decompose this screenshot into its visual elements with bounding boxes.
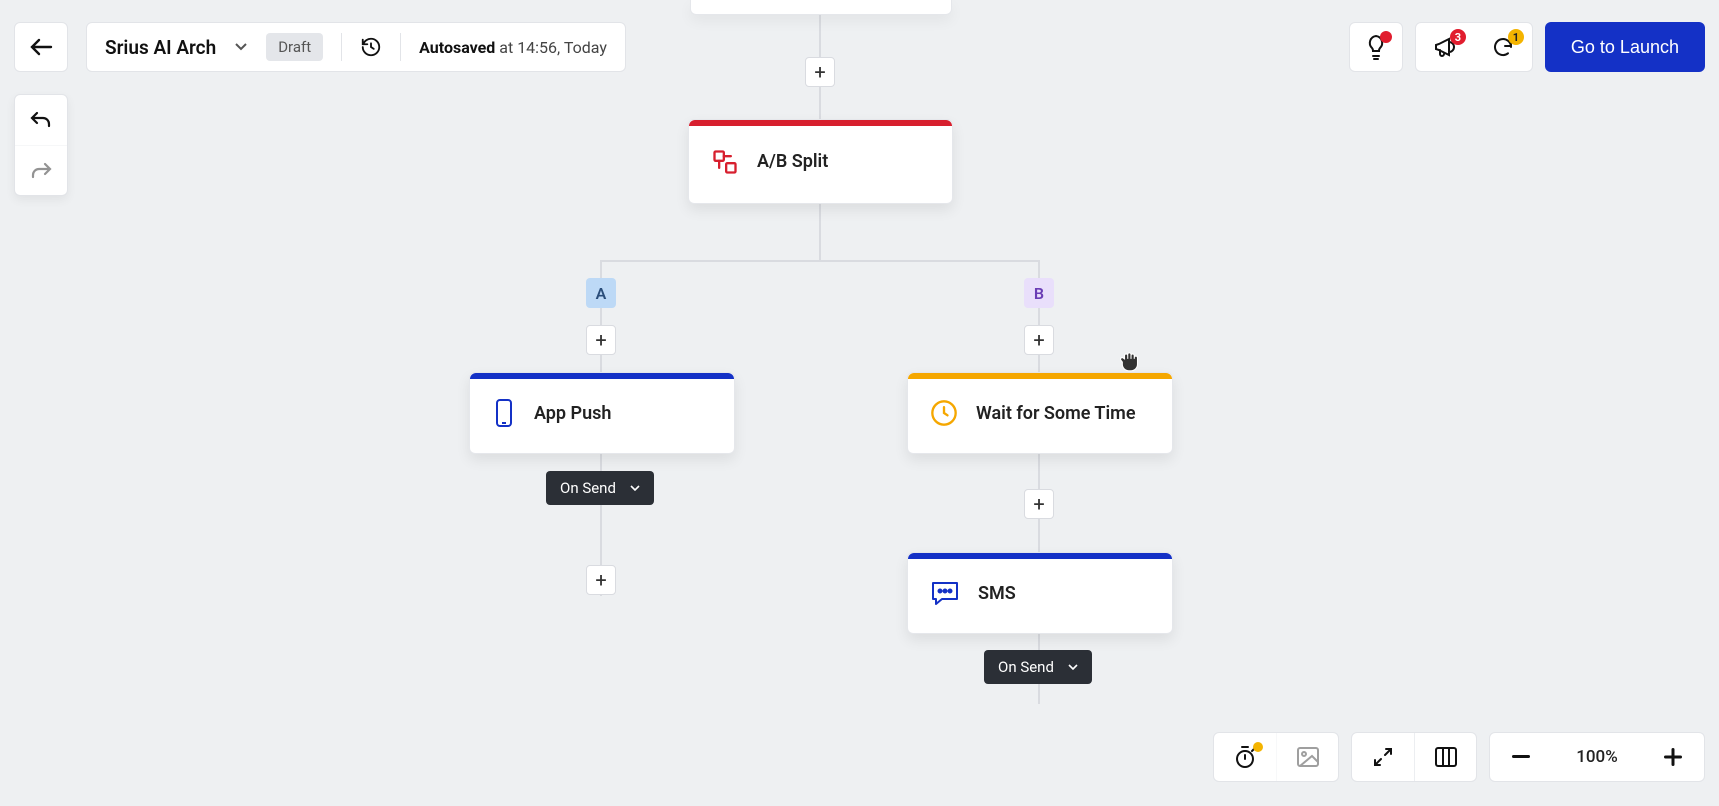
title-group: Srius AI Arch Draft Autosaved at 14:56, … bbox=[86, 22, 626, 72]
image-button[interactable] bbox=[1276, 733, 1338, 781]
add-node-button-after-wait[interactable]: + bbox=[1024, 489, 1054, 519]
divider bbox=[341, 33, 342, 61]
alert-dot bbox=[1253, 742, 1263, 752]
add-node-button-branch-b[interactable]: + bbox=[1024, 325, 1054, 355]
node-accent bbox=[908, 373, 1172, 379]
trigger-dropdown-a[interactable]: On Send bbox=[546, 471, 654, 505]
trigger-dropdown-b[interactable]: On Send bbox=[984, 650, 1092, 684]
journey-title: Srius AI Arch bbox=[105, 36, 216, 59]
zoom-controls: 100% bbox=[1489, 732, 1705, 782]
undo-icon bbox=[29, 109, 53, 131]
connector bbox=[600, 260, 602, 372]
caret-down-icon bbox=[1068, 664, 1078, 670]
trigger-label: On Send bbox=[998, 658, 1054, 676]
branch-badge-a: A bbox=[586, 278, 616, 308]
caret-down-icon bbox=[630, 485, 640, 491]
node-label: Wait for Some Time bbox=[976, 403, 1136, 424]
node-label: App Push bbox=[534, 403, 611, 424]
activity-button[interactable]: 1 bbox=[1474, 23, 1532, 71]
expand-icon bbox=[1372, 746, 1394, 768]
add-node-button-branch-a[interactable]: + bbox=[586, 325, 616, 355]
hints-button[interactable] bbox=[1349, 22, 1403, 72]
go-to-launch-button[interactable]: Go to Launch bbox=[1545, 22, 1705, 72]
history-button[interactable] bbox=[360, 36, 382, 58]
undo-redo-group bbox=[14, 94, 68, 196]
sms-icon bbox=[930, 580, 960, 606]
node-accent bbox=[470, 373, 734, 379]
add-node-button-after-push[interactable]: + bbox=[586, 565, 616, 595]
map-icon bbox=[1434, 746, 1458, 768]
notif-badge: 3 bbox=[1450, 29, 1466, 45]
image-icon bbox=[1296, 746, 1320, 768]
node-accent bbox=[908, 553, 1172, 559]
connector bbox=[819, 204, 821, 260]
redo-icon bbox=[29, 160, 53, 182]
zoom-out-button[interactable] bbox=[1490, 733, 1552, 781]
phone-icon bbox=[492, 398, 516, 428]
notification-group: 3 1 bbox=[1415, 22, 1533, 72]
node-sms[interactable]: SMS bbox=[907, 552, 1173, 634]
node-ab-split[interactable]: A/B Split bbox=[688, 119, 953, 204]
grab-cursor-icon bbox=[1118, 348, 1144, 374]
plus-icon bbox=[1664, 748, 1682, 766]
undo-button[interactable] bbox=[15, 95, 67, 145]
history-icon bbox=[360, 36, 382, 58]
caret-down-icon bbox=[234, 42, 248, 52]
alert-dot bbox=[1380, 31, 1392, 43]
entry-node-peek[interactable] bbox=[690, 0, 952, 15]
redo-button[interactable] bbox=[15, 145, 67, 195]
clock-icon bbox=[930, 399, 958, 427]
branch-badge-b: B bbox=[1024, 278, 1054, 308]
view-tools bbox=[1351, 732, 1477, 782]
zoom-in-button[interactable] bbox=[1642, 733, 1704, 781]
node-wait[interactable]: Wait for Some Time bbox=[907, 372, 1173, 454]
timer-button[interactable] bbox=[1214, 733, 1276, 781]
autosave-text: Autosaved at 14:56, Today bbox=[419, 38, 607, 57]
connector bbox=[600, 260, 1040, 262]
canvas-tools bbox=[1213, 732, 1339, 782]
node-app-push[interactable]: App Push bbox=[469, 372, 735, 454]
activity-badge: 1 bbox=[1508, 29, 1524, 45]
node-label: SMS bbox=[978, 583, 1016, 604]
status-badge: Draft bbox=[266, 33, 323, 61]
title-dropdown[interactable] bbox=[234, 42, 248, 52]
node-label: A/B Split bbox=[757, 151, 828, 172]
node-accent bbox=[689, 120, 952, 126]
arrow-left-icon bbox=[28, 37, 54, 57]
divider bbox=[400, 33, 401, 61]
trigger-label: On Send bbox=[560, 479, 616, 497]
announcements-button[interactable]: 3 bbox=[1416, 23, 1474, 71]
connector bbox=[1038, 260, 1040, 372]
ab-split-icon bbox=[711, 148, 739, 176]
connector bbox=[819, 87, 821, 119]
minus-icon bbox=[1512, 755, 1530, 759]
flow-canvas[interactable]: + A/B Split A B + + App Push bbox=[0, 0, 1719, 806]
fit-button[interactable] bbox=[1352, 733, 1414, 781]
zoom-level: 100% bbox=[1552, 747, 1642, 767]
minimap-button[interactable] bbox=[1414, 733, 1476, 781]
back-button[interactable] bbox=[14, 22, 68, 72]
